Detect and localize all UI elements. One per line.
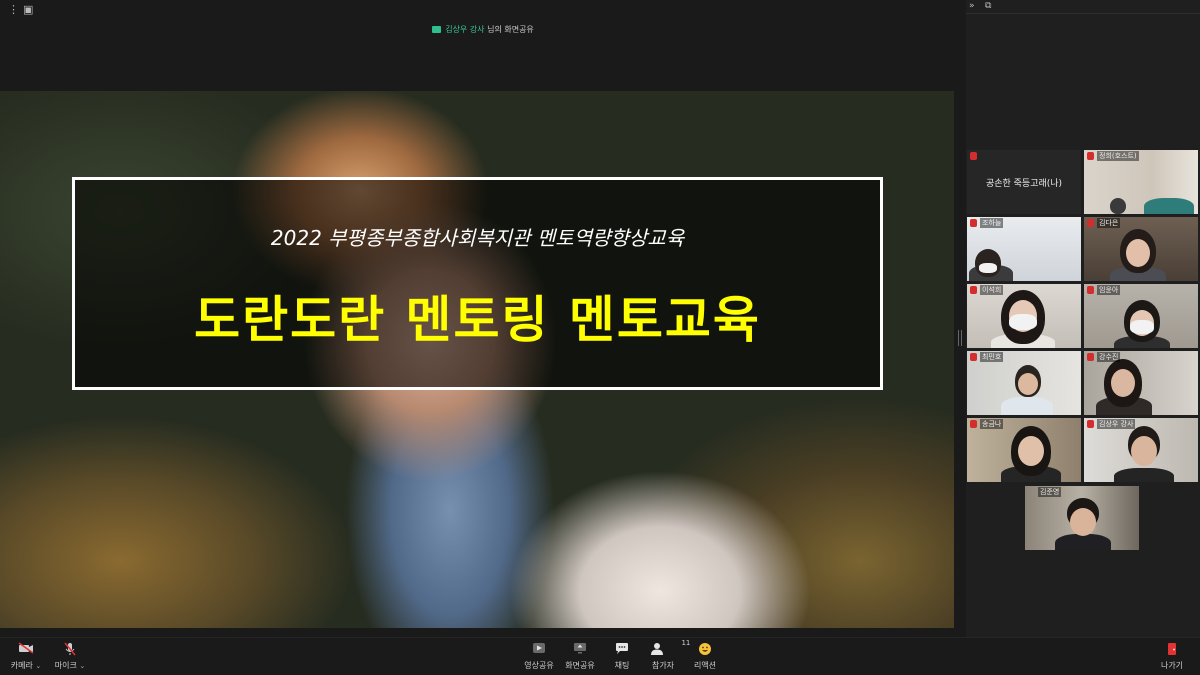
slide-subtitle: 2022 부평종부종합사회복지관 멘토역량향상교육: [270, 226, 685, 250]
bottom-toolbar: 카메라 ⌄ 마이크 ⌄ 영상공유 화면공유 채팅 11 참가자 리액션 나가기: [0, 637, 1200, 675]
video-tile[interactable]: 김준영: [1025, 486, 1139, 550]
more-options-icon[interactable]: ⋮: [8, 3, 19, 16]
window-layout-icon[interactable]: ▣: [23, 3, 33, 16]
popout-icon[interactable]: ⧉: [985, 1, 991, 11]
participants-label: 참가자: [651, 661, 675, 670]
mic-muted-icon: [1087, 152, 1094, 160]
mic-muted-icon: [1087, 286, 1094, 294]
main-stage: ⋮ ▣ 김상우 강사 님의 화면공유 2022 부평종부종합사회복지관 멘토역량…: [0, 0, 966, 637]
video-tile[interactable]: 정희(호스트): [1084, 150, 1198, 214]
participants-icon: 11: [641, 639, 690, 656]
shared-screen: 2022 부평종부종합사회복지관 멘토역량향상교육 도란도란 멘토링 멘토교육: [0, 91, 954, 628]
camera-button[interactable]: 카메라 ⌄: [4, 642, 48, 671]
reaction-button[interactable]: 리액션: [683, 642, 727, 671]
mic-off-icon: [48, 642, 92, 656]
mic-muted-icon: [970, 353, 977, 361]
mic-muted-icon: [1087, 219, 1094, 227]
video-tile[interactable]: 조하늘: [967, 217, 1081, 281]
video-tile[interactable]: 이석희: [967, 284, 1081, 348]
mic-muted-icon: [1087, 420, 1094, 428]
screen-share-button[interactable]: 화면공유: [558, 642, 602, 671]
participant-panel: » ⧉ 공손한 죽등고래(나) 정희(호스트) 조하늘 김다은 이석희 임윤아 …: [966, 0, 1200, 637]
mic-muted-icon: [970, 286, 977, 294]
participant-name: 조하늘: [980, 218, 1004, 228]
mic-muted-icon: [970, 152, 977, 160]
presenter-name: 김상우 강사: [445, 25, 485, 34]
slide-title-frame: 2022 부평종부종합사회복지관 멘토역량향상교육 도란도란 멘토링 멘토교육: [72, 177, 883, 390]
video-tile-self[interactable]: 공손한 죽등고래(나): [967, 150, 1081, 214]
chat-button[interactable]: 채팅: [600, 642, 644, 671]
participant-name: 송금나: [980, 419, 1004, 429]
video-tile[interactable]: 임윤아: [1084, 284, 1198, 348]
chat-icon: [600, 642, 644, 656]
video-share-icon: [517, 642, 561, 656]
reaction-label: 리액션: [693, 661, 717, 670]
leave-button[interactable]: 나가기: [1150, 642, 1194, 671]
participants-button[interactable]: 11 참가자: [641, 639, 690, 671]
chevron-down-icon[interactable]: ⌄: [79, 662, 85, 670]
video-share-label: 영상공유: [524, 661, 554, 670]
participant-name: 임윤아: [1097, 285, 1121, 295]
participant-name: 이석희: [980, 285, 1004, 295]
participant-name: 김상우 강사: [1097, 419, 1136, 429]
video-tile[interactable]: 강수진: [1084, 351, 1198, 415]
leave-label: 나가기: [1160, 661, 1184, 670]
panel-resize-handle[interactable]: [958, 330, 962, 346]
participant-name: 김다은: [1097, 218, 1121, 228]
camera-off-icon: [4, 642, 48, 656]
video-tile[interactable]: 최민호: [967, 351, 1081, 415]
video-tile[interactable]: 김상우 강사: [1084, 418, 1198, 482]
mic-muted-icon: [1087, 353, 1094, 361]
smile-icon: [683, 642, 727, 656]
mic-muted-icon: [970, 219, 977, 227]
screen-share-icon: [558, 642, 602, 656]
chevron-down-icon[interactable]: ⌄: [35, 662, 41, 670]
participant-name: 공손한 죽등고래(나): [985, 179, 1063, 189]
top-bar: ⋮ ▣: [0, 0, 966, 20]
mic-button[interactable]: 마이크 ⌄: [48, 642, 92, 671]
video-tile[interactable]: 송금나: [967, 418, 1081, 482]
video-tile[interactable]: 김다은: [1084, 217, 1198, 281]
slide-title: 도란도란 멘토링 멘토교육: [194, 291, 761, 349]
camera-label: 카메라: [10, 661, 33, 670]
participant-name: 정희(호스트): [1097, 151, 1139, 161]
chat-label: 채팅: [614, 661, 630, 670]
screen-share-label: 화면공유: [565, 661, 595, 670]
participant-name: 최민호: [980, 352, 1004, 362]
mic-label: 마이크: [54, 661, 77, 670]
collapse-panel-icon[interactable]: »: [969, 1, 975, 11]
video-share-button[interactable]: 영상공유: [517, 642, 561, 671]
participant-name: 강수진: [1097, 352, 1121, 362]
share-banner-suffix: 님의 화면공유: [487, 25, 534, 34]
screen-share-icon: [432, 26, 442, 33]
participant-name: 김준영: [1038, 487, 1062, 497]
mic-muted-icon: [970, 420, 977, 428]
screen-share-banner: 김상우 강사 님의 화면공유: [0, 24, 966, 35]
panel-header: » ⧉: [966, 0, 1200, 14]
leave-door-icon: [1150, 642, 1194, 656]
